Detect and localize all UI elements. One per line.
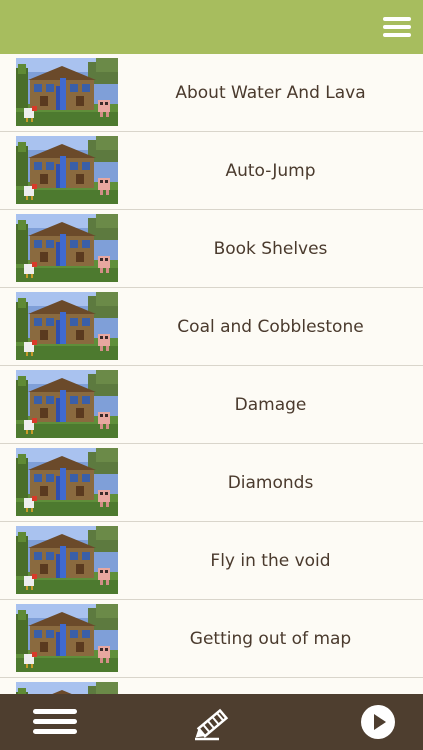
list-item-label: Diamonds bbox=[227, 472, 314, 493]
list-item[interactable]: About Water And Lava bbox=[0, 54, 423, 132]
minecraft-house-thumbnail bbox=[16, 526, 118, 594]
list-item-label bbox=[118, 678, 423, 694]
header-bar bbox=[0, 0, 423, 54]
minecraft-house-thumbnail bbox=[16, 370, 118, 438]
minecraft-house-thumbnail bbox=[16, 682, 118, 694]
list-item-label: About Water And Lava bbox=[175, 82, 366, 103]
list-item[interactable]: Diamonds bbox=[0, 444, 423, 522]
minecraft-house-thumbnail bbox=[16, 292, 118, 360]
minecraft-house-thumbnail bbox=[16, 214, 118, 282]
minecraft-house-thumbnail bbox=[16, 58, 118, 126]
list-item[interactable]: Book Shelves bbox=[0, 210, 423, 288]
list-item-label: Getting out of map bbox=[189, 628, 352, 649]
list-item[interactable]: Getting out of map bbox=[0, 600, 423, 678]
pencil-icon[interactable] bbox=[191, 702, 237, 742]
list-item-label: Book Shelves bbox=[213, 238, 328, 259]
list-item-label: Fly in the void bbox=[210, 550, 331, 571]
topic-list: About Water And Lava Auto-Jump Book Shel… bbox=[0, 54, 423, 694]
play-icon[interactable] bbox=[361, 705, 395, 739]
minecraft-house-thumbnail bbox=[16, 604, 118, 672]
list-item[interactable]: Fly in the void bbox=[0, 522, 423, 600]
hamburger-menu-icon[interactable] bbox=[383, 14, 411, 40]
list-item-label: Auto-Jump bbox=[225, 160, 316, 181]
list-item[interactable]: Coal and Cobblestone bbox=[0, 288, 423, 366]
footer-toolbar bbox=[0, 694, 423, 750]
list-item[interactable] bbox=[0, 678, 423, 694]
list-item[interactable]: Auto-Jump bbox=[0, 132, 423, 210]
app-window: About Water And Lava Auto-Jump Book Shel… bbox=[0, 0, 423, 750]
list-item[interactable]: Damage bbox=[0, 366, 423, 444]
hamburger-menu-icon[interactable] bbox=[33, 707, 77, 737]
list-item-label: Damage bbox=[234, 394, 307, 415]
list-item-label: Coal and Cobblestone bbox=[177, 316, 364, 337]
minecraft-house-thumbnail bbox=[16, 136, 118, 204]
minecraft-house-thumbnail bbox=[16, 448, 118, 516]
